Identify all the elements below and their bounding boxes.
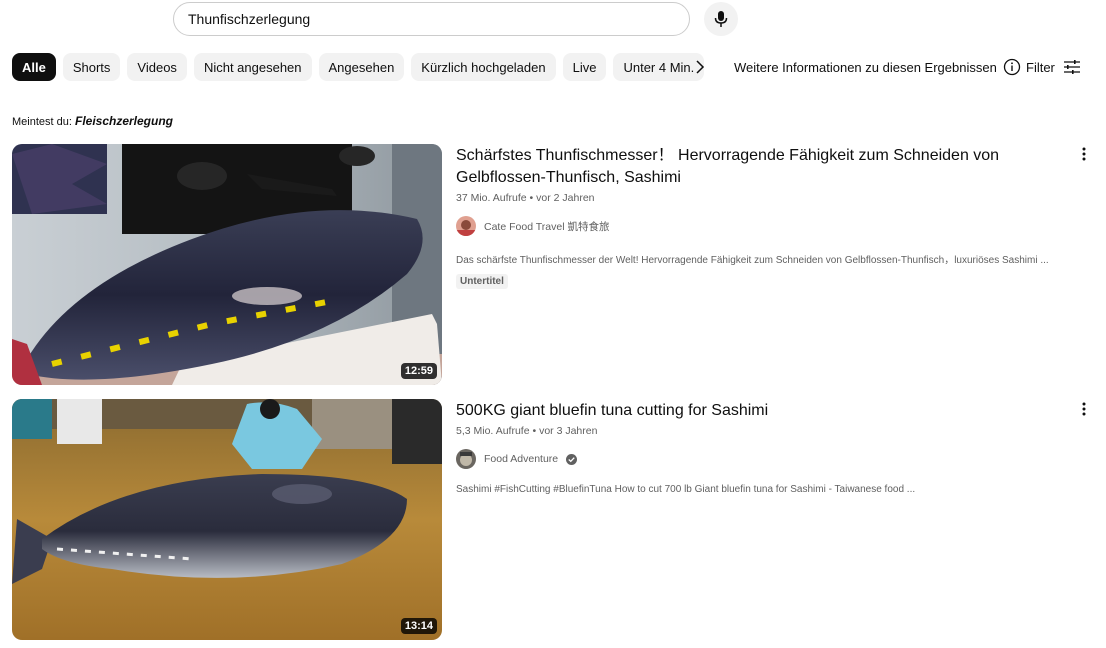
channel-avatar (456, 216, 476, 236)
chip-watched[interactable]: Angesehen (318, 53, 405, 81)
filter-button[interactable]: Filter (1026, 58, 1081, 76)
video-title[interactable]: Schärfstes Thunfischmesser！ Hervorragend… (456, 145, 1076, 189)
video-duration: 13:14 (400, 618, 437, 634)
view-count: 5,3 Mio. Aufrufe (456, 425, 530, 437)
info-icon (1003, 58, 1020, 76)
chip-not-watched[interactable]: Nicht angesehen (193, 53, 312, 81)
video-description: Sashimi #FishCutting #BluefinTuna How to… (456, 484, 916, 495)
more-info-label: Weitere Informationen zu diesen Ergebnis… (734, 59, 997, 75)
filter-label: Filter (1026, 59, 1055, 75)
video-meta: 37 Mio. Aufrufe • vor 2 Jahren (456, 192, 1076, 204)
did-you-mean-prefix: Meintest du: (12, 116, 72, 128)
upload-age: vor 2 Jahren (536, 192, 595, 204)
chip-videos[interactable]: Videos (127, 53, 187, 81)
did-you-mean: Meintest du: Fleischzerlegung (12, 114, 173, 128)
chevron-right-icon[interactable] (690, 57, 710, 77)
more-options-icon[interactable] (1076, 146, 1092, 162)
meta-separator: • (529, 192, 534, 204)
search-box (173, 2, 690, 36)
video-description: Das schärfste Thunfischmesser der Welt! … (456, 255, 1049, 266)
video-meta: 5,3 Mio. Aufrufe • vor 3 Jahren (456, 425, 1076, 437)
channel-link[interactable]: Food Adventure (456, 449, 1076, 469)
video-info: Schärfstes Thunfischmesser！ Hervorragend… (456, 144, 1076, 289)
did-you-mean-link[interactable]: Fleischzerlegung (75, 114, 173, 128)
video-result: 12:59 Schärfstes Thunfischmesser！ Hervor… (12, 144, 1092, 385)
chip-live[interactable]: Live (562, 53, 607, 81)
video-thumbnail[interactable]: 12:59 (12, 144, 442, 385)
verified-check-icon (566, 453, 578, 465)
channel-name: Cate Food Travel 凱特食旅 (484, 220, 610, 233)
chip-recently-uploaded[interactable]: Kürzlich hochgeladen (411, 53, 556, 81)
upload-age: vor 3 Jahren (539, 425, 598, 437)
chip-shorts[interactable]: Shorts (62, 53, 121, 81)
meta-separator: • (532, 425, 537, 437)
microphone-icon (714, 11, 728, 27)
voice-search-button[interactable] (704, 2, 738, 36)
video-thumbnail[interactable]: 13:14 (12, 399, 442, 640)
more-options-icon[interactable] (1076, 401, 1092, 417)
video-duration: 12:59 (400, 363, 437, 379)
chip-all[interactable]: Alle (12, 53, 56, 81)
search-input[interactable] (174, 3, 662, 35)
more-info-link[interactable]: Weitere Informationen zu diesen Ergebnis… (734, 58, 1021, 76)
channel-avatar (456, 449, 476, 469)
video-result: 13:14 500KG giant bluefin tuna cutting f… (12, 399, 1092, 640)
view-count: 37 Mio. Aufrufe (456, 192, 527, 204)
video-title[interactable]: 500KG giant bluefin tuna cutting for Sas… (456, 400, 1076, 422)
channel-name: Food Adventure (484, 453, 559, 465)
subtitle-badge: Untertitel (456, 274, 508, 289)
filter-chips: Alle Shorts Videos Nicht angesehen Anges… (12, 53, 705, 81)
channel-link[interactable]: Cate Food Travel 凱特食旅 (456, 216, 1076, 236)
filter-sliders-icon (1063, 60, 1080, 74)
video-info: 500KG giant bluefin tuna cutting for Sas… (456, 399, 1076, 495)
